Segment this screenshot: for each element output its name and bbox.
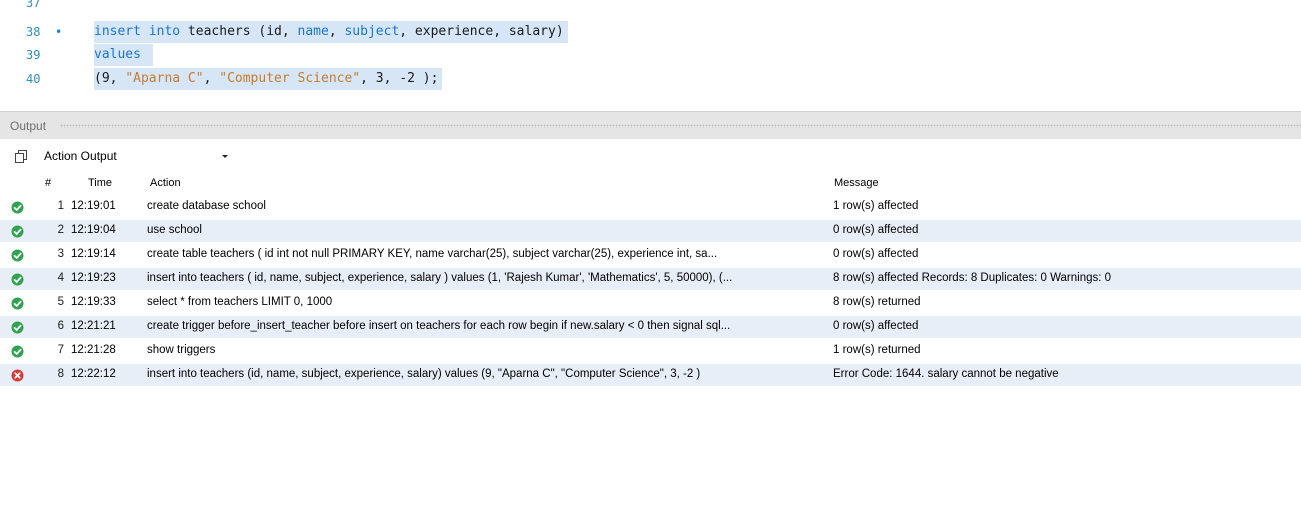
line-number: 40 — [26, 72, 41, 86]
check-circle-icon — [11, 225, 24, 238]
row-message: 0 row(s) affected — [833, 320, 919, 332]
sql-keyword: values — [94, 47, 141, 62]
column-header-num[interactable]: # — [45, 177, 51, 189]
sql-string: "Aparna C" — [125, 71, 204, 86]
row-number: 7 — [57, 344, 64, 356]
code-text[interactable]: insert into teachers (id, name, subject,… — [94, 21, 568, 43]
panel-grip[interactable] — [60, 124, 1301, 128]
sql-keyword: subject — [344, 24, 400, 39]
row-action: create table teachers ( id int not null … — [147, 248, 718, 260]
row-time: 12:19:23 — [71, 272, 116, 284]
line-number: 39 — [26, 48, 41, 62]
grid-header: # Time Action Message — [0, 172, 1301, 194]
row-action: create trigger before_insert_teacher bef… — [147, 320, 731, 332]
check-circle-icon — [11, 273, 24, 286]
row-time: 12:19:04 — [71, 224, 116, 236]
sql-text: teachers (id, — [180, 24, 298, 39]
action-output-grid[interactable]: # Time Action Message 1 12:19:01 create da… — [0, 172, 1301, 521]
check-circle-icon — [11, 297, 24, 310]
line-number: 37 — [26, 0, 41, 10]
sql-text: (9, — [94, 71, 126, 86]
check-circle-icon — [11, 345, 24, 358]
copy-icon[interactable] — [15, 150, 27, 163]
sql-editor[interactable]: 37 38 • insert into teachers (id, name, … — [0, 0, 1301, 104]
output-toolbar: Action Output — [0, 139, 1301, 172]
sql-keyword: insert — [94, 24, 141, 39]
column-header-action[interactable]: Action — [150, 177, 181, 189]
row-message: Error Code: 1644. salary cannot be negat… — [833, 368, 1059, 380]
check-circle-icon — [11, 249, 24, 262]
row-time: 12:19:33 — [71, 296, 116, 308]
sql-text: , experience, salary) — [399, 24, 564, 39]
row-time: 12:21:28 — [71, 344, 116, 356]
sql-string: "Computer Science" — [219, 71, 361, 86]
chevron-down-icon — [222, 155, 228, 158]
table-row[interactable]: 3 12:19:14 create table teachers ( id int … — [0, 244, 1301, 266]
row-message: 0 row(s) affected — [833, 248, 919, 260]
code-text[interactable]: (9, "Aparna C", "Computer Science", 3, -… — [94, 68, 443, 90]
column-header-time[interactable]: Time — [88, 177, 112, 189]
row-message: 1 row(s) affected — [833, 200, 919, 212]
sql-text: , — [328, 24, 345, 39]
code-line-39: 39 values — [0, 44, 1301, 66]
check-circle-icon — [11, 201, 24, 214]
row-action: create database school — [147, 200, 266, 212]
code-text[interactable]: values — [94, 44, 153, 66]
output-title: Output — [10, 119, 47, 133]
row-message: 8 row(s) returned — [833, 296, 921, 308]
row-time: 12:19:14 — [71, 248, 116, 260]
row-number: 2 — [57, 224, 64, 236]
table-row[interactable]: 8 12:22:12 insert into teachers (id, name,… — [0, 364, 1301, 386]
sql-keyword: into — [148, 24, 181, 39]
row-message: 0 row(s) affected — [833, 224, 919, 236]
check-circle-icon — [11, 321, 24, 334]
code-line-37: 37 — [0, 0, 1301, 14]
row-action: show triggers — [147, 344, 216, 356]
row-action: select * from teachers LIMIT 0, 1000 — [147, 296, 333, 308]
row-number: 6 — [57, 320, 64, 332]
sql-keyword: name — [297, 24, 329, 39]
row-time: 12:22:12 — [71, 368, 116, 380]
row-time: 12:19:01 — [71, 200, 116, 212]
row-number: 8 — [57, 368, 64, 380]
statement-marker-icon: • — [55, 25, 63, 39]
row-action: insert into teachers ( id, name, subject… — [147, 272, 733, 284]
sql-text: , — [203, 71, 220, 86]
row-number: 4 — [57, 272, 64, 284]
row-number: 5 — [57, 296, 64, 308]
row-number: 1 — [57, 200, 64, 212]
table-row[interactable]: 6 12:21:21 create trigger before_insert_te… — [0, 316, 1301, 338]
table-row[interactable]: 5 12:19:33 select * from teachers LIMIT 0,… — [0, 292, 1301, 314]
table-row[interactable]: 7 12:21:28 show triggers 1 row(s) returned — [0, 340, 1301, 362]
column-header-message[interactable]: Message — [834, 177, 879, 189]
table-row[interactable]: 4 12:19:23 insert into teachers ( id, name… — [0, 268, 1301, 290]
output-panel-header: Output — [0, 111, 1301, 139]
table-row[interactable]: 1 12:19:01 create database school 1 row(s) … — [0, 196, 1301, 218]
sql-text: , 3, -2 ); — [360, 71, 439, 86]
table-row[interactable]: 2 12:19:04 use school 0 row(s) affected — [0, 220, 1301, 242]
output-type-select[interactable]: Action Output — [40, 146, 234, 166]
row-action: insert into teachers (id, name, subject,… — [147, 368, 701, 380]
error-x-circle-icon — [11, 369, 24, 382]
code-line-38: 38 • insert into teachers (id, name, sub… — [0, 21, 1301, 43]
row-time: 12:21:21 — [71, 320, 116, 332]
code-line-40: 40 (9, "Aparna C", "Computer Science", 3… — [0, 68, 1301, 90]
output-type-value: Action Output — [44, 149, 117, 163]
row-number: 3 — [57, 248, 64, 260]
row-action: use school — [147, 224, 202, 236]
row-message: 8 row(s) affected Records: 8 Duplicates:… — [833, 272, 1112, 284]
row-message: 1 row(s) returned — [833, 344, 921, 356]
